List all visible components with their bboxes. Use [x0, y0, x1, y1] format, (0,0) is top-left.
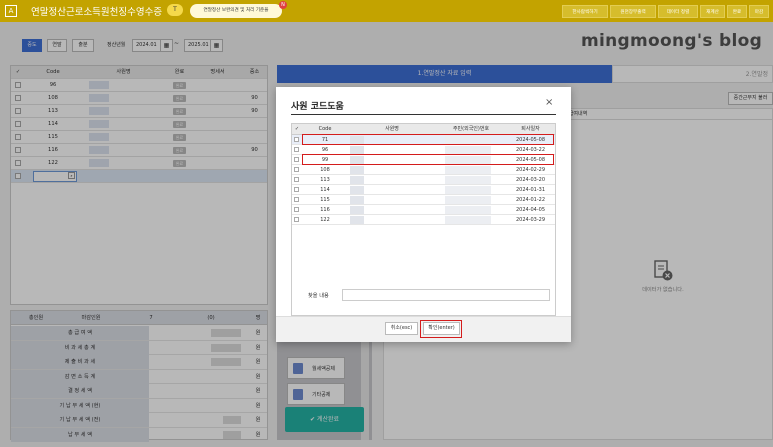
- highlight-box: [302, 154, 554, 165]
- cell-code: 113: [320, 177, 330, 183]
- title-bar: A 연말정산근로소득원천징수영수증 T 연말정산 보완의견 및 처리 기준을 N…: [0, 0, 773, 22]
- title-divider: [291, 114, 556, 115]
- blurred-name: [350, 166, 364, 174]
- table-row[interactable]: 115 2024-01-22: [292, 195, 555, 205]
- complete-button[interactable]: 완료: [727, 5, 747, 18]
- cell-code: 122: [320, 217, 330, 223]
- row-checkbox[interactable]: [294, 147, 299, 152]
- blurred-resident-no: [445, 176, 491, 184]
- blurred-name: [350, 146, 364, 154]
- blurred-name: [350, 206, 364, 214]
- employee-code-table: ✓ Code 사원명 주민(외국인)번호 퇴사일자 71 2024-05-08 9…: [291, 123, 556, 316]
- cancel-button[interactable]: 취소(esc): [385, 322, 418, 335]
- blurred-resident-no: [445, 146, 491, 154]
- blurred-name: [350, 196, 364, 204]
- blurred-resident-no: [445, 196, 491, 204]
- table-row[interactable]: 114 2024-01-31: [292, 185, 555, 195]
- select-all-checkbox[interactable]: ✓: [292, 124, 302, 134]
- table-row[interactable]: 116 2024-04-05: [292, 205, 555, 215]
- cell-leave-date: 2024-03-20: [515, 177, 546, 183]
- header-name: 사원명: [385, 126, 399, 132]
- cell-leave-date: 2024-01-31: [515, 187, 546, 193]
- cell-code: 108: [320, 167, 330, 173]
- row-checkbox[interactable]: [294, 157, 299, 162]
- row-checkbox[interactable]: [294, 187, 299, 192]
- close-month-button[interactable]: 마감: [749, 5, 769, 18]
- row-checkbox[interactable]: [294, 217, 299, 222]
- notice-count-badge: N: [279, 1, 287, 9]
- header-resident-no: 주민(외국인)번호: [452, 126, 490, 132]
- table-row[interactable]: 108 2024-02-29: [292, 165, 555, 175]
- row-checkbox[interactable]: [294, 197, 299, 202]
- blurred-name: [350, 176, 364, 184]
- cell-code: 114: [320, 187, 330, 193]
- blurred-resident-no: [445, 166, 491, 174]
- ledger-print-button[interactable]: 원천장부출력: [610, 5, 656, 18]
- table-row[interactable]: 122 2024-03-29: [292, 215, 555, 225]
- cell-code: 116: [320, 207, 330, 213]
- header-code: Code: [318, 126, 332, 132]
- blurred-resident-no: [445, 206, 491, 214]
- data-sort-button[interactable]: 데이터 정렬: [658, 5, 698, 18]
- blurred-resident-no: [445, 216, 491, 224]
- blurred-name: [350, 216, 364, 224]
- row-checkbox[interactable]: [294, 167, 299, 172]
- page-title: 연말정산근로소득원천징수영수증: [31, 7, 163, 18]
- notice-banner[interactable]: 연말정산 보완의견 및 처리 기준을: [190, 4, 282, 18]
- close-icon[interactable]: ×: [545, 97, 553, 108]
- dialog-title: 사원 코드도움: [291, 102, 344, 112]
- row-checkbox[interactable]: [294, 207, 299, 212]
- row-checkbox[interactable]: [294, 177, 299, 182]
- employee-code-dialog: 사원 코드도움 × ✓ Code 사원명 주민(외국인)번호 퇴사일자 71 20…: [276, 87, 571, 342]
- header-leave-date: 퇴사일자: [521, 126, 540, 132]
- recalc-button[interactable]: 재계산: [700, 5, 725, 18]
- cell-code: 115: [320, 197, 330, 203]
- search-input[interactable]: [342, 289, 550, 301]
- highlight-box: [420, 320, 462, 338]
- cell-leave-date: 2024-02-29: [515, 167, 546, 173]
- highlight-box: [302, 134, 554, 145]
- one-person-button[interactable]: 한사람씩하기: [562, 5, 608, 18]
- table-row[interactable]: 113 2024-03-20: [292, 175, 555, 185]
- cell-leave-date: 2024-03-29: [515, 217, 546, 223]
- app-icon: A: [5, 5, 17, 17]
- cell-leave-date: 2024-04-05: [515, 207, 546, 213]
- blurred-name: [350, 186, 364, 194]
- blurred-resident-no: [445, 186, 491, 194]
- search-label: 찾을 내용: [308, 293, 329, 299]
- row-checkbox[interactable]: [294, 137, 299, 142]
- cell-leave-date: 2024-01-22: [515, 197, 546, 203]
- t-badge[interactable]: T: [167, 4, 183, 16]
